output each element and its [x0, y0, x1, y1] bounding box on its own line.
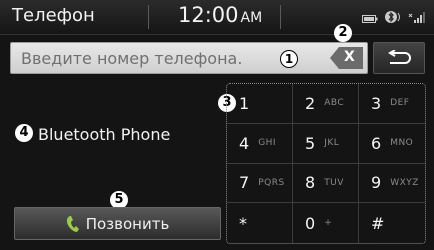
back-arrow-icon: [388, 50, 411, 64]
call-button[interactable]: Позвонить: [14, 207, 221, 240]
bluetooth-icon: [384, 9, 402, 28]
key-letters: GHI: [258, 138, 277, 149]
key-digit: #: [371, 213, 385, 233]
key-letters: MNO: [390, 138, 414, 149]
key-digit: 1: [239, 93, 250, 113]
clock: 12:00 AM: [178, 3, 262, 27]
clock-time: 12:00: [178, 3, 239, 27]
key-0[interactable]: 0 +: [293, 203, 359, 243]
key-digit: 8: [305, 173, 316, 193]
call-button-label: Позвонить: [85, 214, 170, 233]
callout-4: 4: [15, 124, 33, 142]
key-7[interactable]: 7 PQRS: [227, 163, 293, 204]
status-divider: [280, 5, 281, 29]
key-letters: JKL: [324, 138, 340, 149]
key-digit: 0: [305, 213, 316, 233]
phone-number-row: 1 X: [10, 42, 370, 76]
clock-ampm: AM: [240, 10, 263, 26]
status-divider: [148, 5, 149, 29]
callout-2: 2: [334, 24, 352, 42]
key-8[interactable]: 8 TUV: [293, 163, 359, 204]
key-4[interactable]: 4 GHI: [227, 123, 293, 164]
key-digit: 7: [239, 173, 250, 193]
screen-title: Телефон: [12, 5, 95, 26]
clear-button-label: X: [344, 49, 355, 65]
key-hash[interactable]: #: [359, 203, 425, 243]
key-letters: TUV: [324, 177, 344, 188]
key-letters: PQRS: [258, 177, 285, 188]
phone-handset-icon: [66, 215, 79, 232]
key-6[interactable]: 6 MNO: [359, 124, 425, 164]
clear-button[interactable]: X: [330, 46, 364, 70]
device-name: Bluetooth Phone: [38, 125, 171, 144]
key-letters: +: [324, 218, 333, 229]
key-digit: *: [239, 213, 247, 233]
key-3[interactable]: 3 DEF: [359, 84, 425, 124]
key-5[interactable]: 5 JKL: [293, 123, 359, 164]
signal-icon: [408, 9, 426, 28]
status-bar: Телефон 12:00 AM: [0, 0, 434, 35]
back-button[interactable]: [373, 42, 425, 74]
key-letters: ABC: [324, 98, 345, 109]
key-star[interactable]: *: [227, 203, 293, 243]
battery-icon: [362, 9, 378, 28]
status-icons: [362, 9, 426, 28]
phone-number-input[interactable]: [10, 42, 368, 74]
key-digit: 2: [305, 93, 316, 113]
key-digit: 4: [239, 133, 250, 153]
key-digit: 5: [305, 133, 316, 153]
key-letters: DEF: [390, 98, 410, 109]
key-2[interactable]: 2 ABC: [293, 84, 359, 124]
key-digit: 9: [371, 173, 382, 193]
callout-1: 1: [280, 50, 298, 68]
key-digit: 3: [371, 93, 382, 113]
key-1[interactable]: 1: [227, 84, 293, 124]
key-digit: 6: [371, 133, 382, 153]
key-9[interactable]: 9 WXYZ: [359, 164, 425, 204]
dial-keypad: 1 2 ABC 3 DEF 4 GHI 5 JKL 6 MNO 7 PQRS 8 TUV 9W…: [226, 83, 426, 244]
key-letters: WXYZ: [390, 177, 419, 188]
